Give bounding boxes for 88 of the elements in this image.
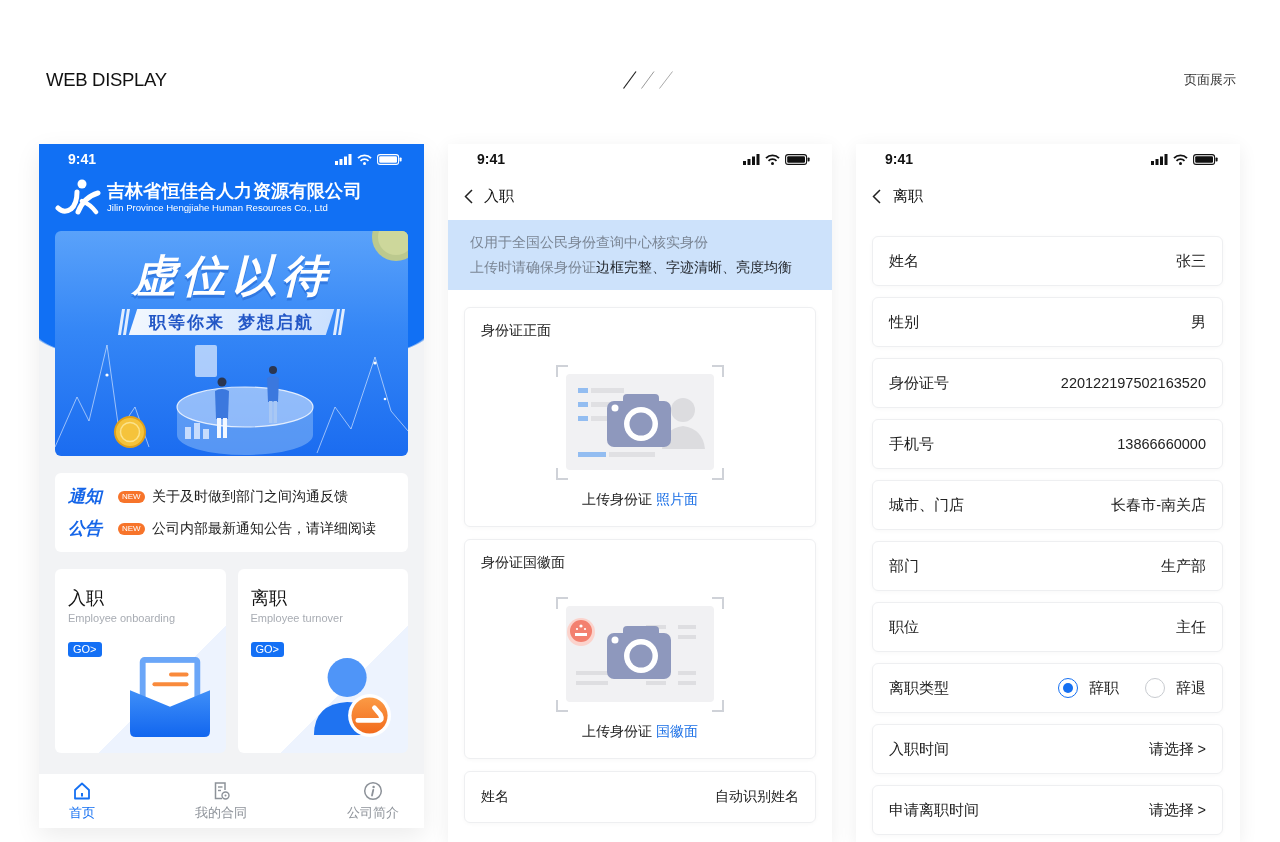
- hint-text: 上传时请确保身份证边框完整、字迹清晰、亮度均衡: [470, 258, 793, 277]
- company-name: 吉林省恒佳合人力资源有限公司: [107, 180, 362, 202]
- section-subtitle: 页面展示: [1184, 72, 1236, 87]
- radio-icon[interactable]: [1058, 678, 1078, 698]
- upload-caption: 上传身份证: [582, 490, 652, 509]
- page-title: 入职: [484, 186, 514, 206]
- person-arrow-icon: [312, 657, 392, 737]
- status-time: 9:41: [885, 151, 914, 167]
- status-time: 9:41: [68, 151, 97, 167]
- field-label: 职位: [889, 617, 919, 637]
- signal-icon: [1151, 153, 1168, 165]
- card-title: 身份证国徽面: [481, 554, 565, 570]
- upload-link[interactable]: 国徽面: [656, 721, 698, 741]
- emblem-icon: [567, 618, 595, 646]
- select-value[interactable]: 请选择 >: [1148, 800, 1206, 820]
- field-label: 姓名: [481, 788, 509, 806]
- section-title: WEB DISPLAY: [46, 69, 167, 90]
- battery-icon: [377, 153, 402, 165]
- page-title: 离职: [893, 186, 923, 206]
- info-icon: [363, 780, 383, 801]
- person-figure: [267, 366, 279, 423]
- logo-icon: [55, 179, 101, 215]
- notice-text[interactable]: 公司内部最新通知公告，请详细阅读: [151, 519, 376, 538]
- field-label: 手机号: [889, 434, 934, 454]
- new-badge: NEW: [118, 522, 145, 535]
- go-button[interactable]: GO>: [68, 642, 102, 657]
- field-label: 姓名: [889, 251, 919, 271]
- field-label: 性别: [889, 312, 919, 332]
- field-value: 男: [1191, 312, 1206, 332]
- notice-label: 公告: [68, 518, 105, 540]
- entry-subtitle: Employee onboarding: [68, 612, 176, 625]
- tab-item[interactable]: 首页: [69, 774, 95, 828]
- signal-icon: [743, 153, 760, 165]
- id-card-drawing[interactable]: [556, 365, 724, 480]
- stripes-icon: [333, 309, 346, 335]
- entry-card[interactable]: 入职 Employee onboarding GO>: [55, 569, 226, 753]
- company-name-english: Jilin Province Hengjiahe Human Resources Co., Ltd: [107, 202, 329, 214]
- field-label: 身份证号: [889, 373, 949, 393]
- new-badge: NEW: [118, 490, 145, 503]
- back-icon[interactable]: [464, 188, 473, 204]
- back-icon[interactable]: [872, 188, 881, 204]
- banner-title: 虚位以待: [131, 251, 332, 301]
- signal-icon: [335, 153, 352, 165]
- person-figure: [215, 377, 229, 438]
- field-label: 城市、门店: [889, 495, 964, 515]
- home-icon: [72, 780, 92, 801]
- battery-icon: [1193, 153, 1218, 165]
- upload-caption: 上传身份证: [582, 722, 652, 741]
- hint-text: 仅用于全国公民身份查询中心核实身份: [470, 233, 709, 252]
- go-button[interactable]: GO>: [250, 642, 285, 657]
- field-label: 入职时间: [889, 739, 949, 759]
- upload-link[interactable]: 照片面: [656, 489, 698, 509]
- wifi-icon: [765, 153, 780, 165]
- entry-title: 离职: [250, 588, 287, 608]
- radio-icon[interactable]: [1145, 678, 1165, 698]
- stripes-icon: [117, 309, 130, 335]
- field-value: 220122197502163520: [1060, 375, 1206, 391]
- notice-label: 通知: [68, 486, 105, 508]
- bar-chart-icon: [185, 423, 209, 439]
- notice-text[interactable]: 关于及时做到部门之间沟通反馈: [151, 487, 348, 506]
- card-title: 身份证正面: [481, 322, 551, 338]
- wifi-icon: [1173, 153, 1188, 165]
- field-value: 生产部: [1161, 556, 1206, 576]
- radio-option[interactable]: 辞退: [1145, 678, 1206, 698]
- wifi-icon: [357, 153, 372, 165]
- field-value: 张三: [1176, 251, 1206, 271]
- entry-title: 入职: [68, 588, 104, 608]
- camera-icon: [607, 626, 671, 679]
- battery-icon: [785, 153, 810, 165]
- envelope-icon: [129, 657, 210, 737]
- radio-option[interactable]: 辞职: [1058, 678, 1119, 698]
- field-value: 长春市-南关店: [1111, 495, 1206, 515]
- entry-subtitle: Employee turnover: [250, 612, 343, 625]
- field-label: 部门: [889, 556, 919, 576]
- slogan-ribbon: 职等你来 梦想启航: [128, 309, 335, 335]
- glass-panel-icon: [195, 345, 217, 377]
- entry-card[interactable]: 离职 Employee turnover GO>: [237, 569, 408, 753]
- camera-icon: [607, 394, 671, 447]
- id-card-drawing[interactable]: [556, 597, 724, 712]
- field-value: 自动识别姓名: [715, 788, 799, 806]
- status-time: 9:41: [477, 151, 506, 167]
- field-value: 13866660000: [1117, 436, 1206, 452]
- slash-lines-icon: [623, 71, 673, 89]
- coin-icon: [114, 416, 146, 448]
- select-value[interactable]: 请选择 >: [1148, 739, 1206, 759]
- field-label: 申请离职时间: [889, 800, 979, 820]
- field-label: 离职类型: [889, 678, 949, 698]
- field-value: 主任: [1176, 617, 1206, 637]
